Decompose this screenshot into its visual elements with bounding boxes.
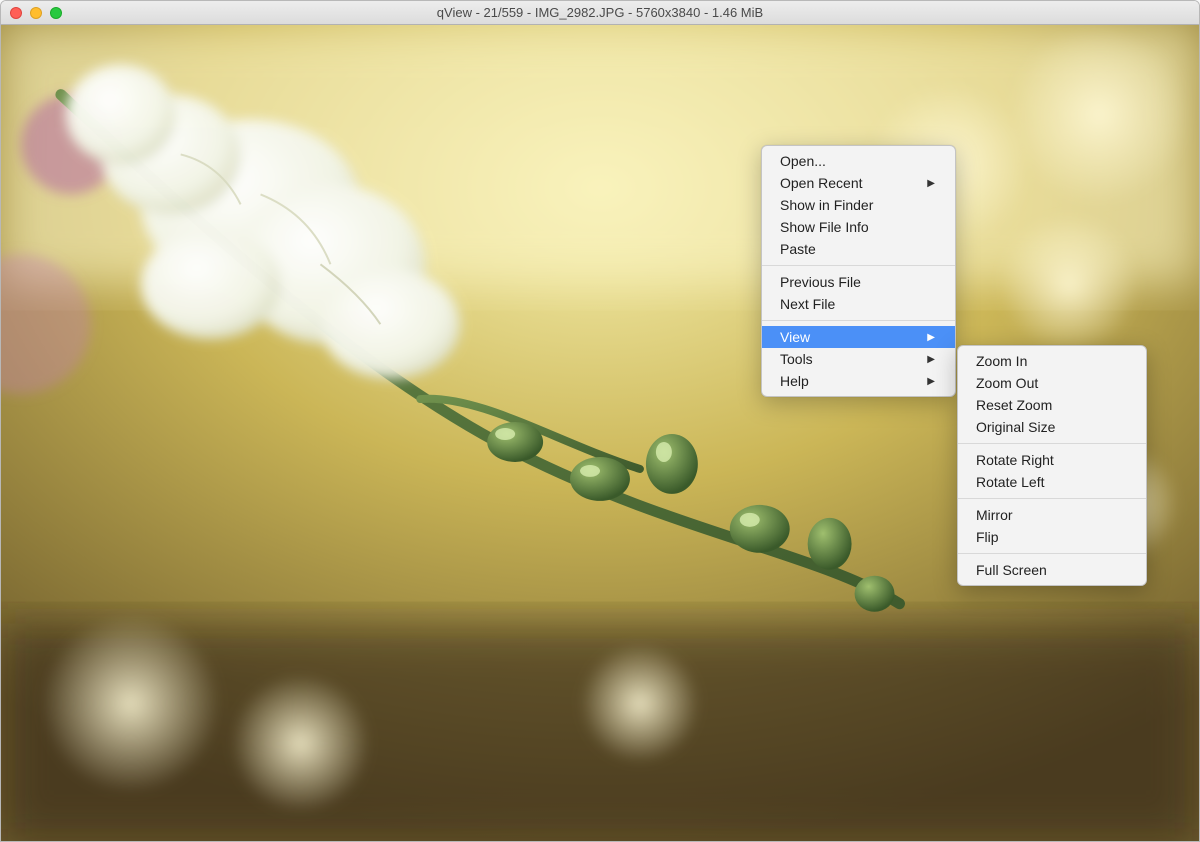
menu-item-label: Flip	[976, 529, 999, 545]
menu-item-label: Show in Finder	[780, 197, 873, 213]
menu-item-paste[interactable]: Paste	[762, 238, 955, 260]
close-button[interactable]	[10, 7, 22, 19]
image-viewport[interactable]: Open... Open Recent ▶ Show in Finder Sho…	[1, 25, 1199, 841]
menu-item-rotate-right[interactable]: Rotate Right	[958, 449, 1146, 471]
menu-item-label: Open...	[780, 153, 826, 169]
menu-item-show-file-info[interactable]: Show File Info	[762, 216, 955, 238]
menu-item-label: Rotate Right	[976, 452, 1054, 468]
menu-item-open-recent[interactable]: Open Recent ▶	[762, 172, 955, 194]
menu-item-label: Next File	[780, 296, 835, 312]
menu-item-show-in-finder[interactable]: Show in Finder	[762, 194, 955, 216]
menu-item-label: Previous File	[780, 274, 861, 290]
menu-item-full-screen[interactable]: Full Screen	[958, 559, 1146, 581]
context-menu: Open... Open Recent ▶ Show in Finder Sho…	[761, 145, 956, 397]
menu-item-original-size[interactable]: Original Size	[958, 416, 1146, 438]
menu-item-label: Rotate Left	[976, 474, 1045, 490]
menu-item-label: Reset Zoom	[976, 397, 1052, 413]
menu-item-mirror[interactable]: Mirror	[958, 504, 1146, 526]
menu-item-previous-file[interactable]: Previous File	[762, 271, 955, 293]
menu-item-help[interactable]: Help ▶	[762, 370, 955, 392]
menu-item-next-file[interactable]: Next File	[762, 293, 955, 315]
zoom-button[interactable]	[50, 7, 62, 19]
menu-separator	[958, 498, 1146, 499]
menu-item-tools[interactable]: Tools ▶	[762, 348, 955, 370]
menu-item-label: Zoom Out	[976, 375, 1038, 391]
menu-separator	[958, 553, 1146, 554]
menu-item-label: Full Screen	[976, 562, 1047, 578]
minimize-button[interactable]	[30, 7, 42, 19]
menu-item-label: Paste	[780, 241, 816, 257]
menu-item-label: Open Recent	[780, 175, 863, 191]
traffic-lights	[10, 7, 62, 19]
submenu-arrow-icon: ▶	[927, 354, 935, 365]
menu-item-label: Help	[780, 373, 809, 389]
titlebar[interactable]: qView - 21/559 - IMG_2982.JPG - 5760x384…	[1, 1, 1199, 25]
menu-item-label: Tools	[780, 351, 813, 367]
submenu-arrow-icon: ▶	[927, 376, 935, 387]
menu-item-label: Mirror	[976, 507, 1013, 523]
menu-item-view[interactable]: View ▶	[762, 326, 955, 348]
app-window: qView - 21/559 - IMG_2982.JPG - 5760x384…	[0, 0, 1200, 842]
menu-item-zoom-in[interactable]: Zoom In	[958, 350, 1146, 372]
menu-item-label: Original Size	[976, 419, 1055, 435]
menu-item-label: View	[780, 329, 810, 345]
menu-item-zoom-out[interactable]: Zoom Out	[958, 372, 1146, 394]
menu-separator	[762, 265, 955, 266]
menu-item-reset-zoom[interactable]: Reset Zoom	[958, 394, 1146, 416]
submenu-arrow-icon: ▶	[927, 332, 935, 343]
window-title: qView - 21/559 - IMG_2982.JPG - 5760x384…	[437, 5, 763, 20]
menu-item-label: Zoom In	[976, 353, 1027, 369]
menu-item-open[interactable]: Open...	[762, 150, 955, 172]
menu-item-rotate-left[interactable]: Rotate Left	[958, 471, 1146, 493]
view-submenu: Zoom In Zoom Out Reset Zoom Original Siz…	[957, 345, 1147, 586]
menu-separator	[762, 320, 955, 321]
menu-item-label: Show File Info	[780, 219, 869, 235]
submenu-arrow-icon: ▶	[927, 178, 935, 189]
menu-item-flip[interactable]: Flip	[958, 526, 1146, 548]
menu-separator	[958, 443, 1146, 444]
